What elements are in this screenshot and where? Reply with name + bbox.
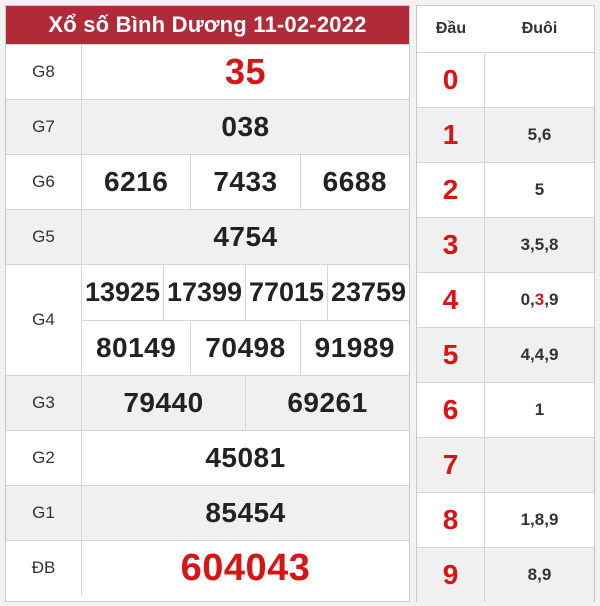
prize-row-g2: G2 45081	[6, 430, 409, 485]
loto-head-tail-table: Đầu Đuôi 0 1 5,6 2 5 3 3,5,8 4 0, 3,9 5 4…	[416, 5, 595, 602]
duoi-digits: 3,5,8	[520, 235, 559, 254]
loto-row: 8 1,8,9	[417, 492, 594, 547]
dau-digit: 1	[417, 108, 485, 162]
duoi-digits: 1	[534, 400, 545, 419]
prize-number: 35	[224, 51, 267, 92]
prize-label: G6	[6, 155, 82, 209]
duoi-digits: 8,9	[527, 565, 552, 584]
duoi-highlight: 3	[534, 290, 545, 309]
prize-label: G8	[6, 45, 82, 99]
dau-digit: 8	[417, 493, 485, 547]
prize-number: 6688	[299, 155, 409, 209]
loto-row: 9 8,9	[417, 547, 594, 602]
loto-row: 4 0, 3,9	[417, 272, 594, 327]
duoi-part: 0,	[520, 290, 535, 309]
prize-number: 45081	[205, 442, 286, 473]
prize-row-g7: G7 038	[6, 99, 409, 154]
prize-row-g8: G8 35	[6, 44, 409, 99]
duoi-header: Đuôi	[521, 20, 558, 37]
loto-row: 2 5	[417, 162, 594, 217]
prize-number: 23759	[327, 265, 409, 320]
prize-number: 77015	[245, 265, 327, 320]
loto-row: 7	[417, 437, 594, 492]
prize-label: G3	[6, 376, 82, 430]
duoi-digits: 5	[534, 180, 545, 199]
loto-row: 5 4,4,9	[417, 327, 594, 382]
loto-header: Đầu Đuôi	[417, 6, 594, 52]
prize-number: 79440	[123, 387, 204, 418]
prize-number: 4754	[213, 221, 278, 252]
duoi-digits: 5,6	[527, 125, 552, 144]
dau-digit: 7	[417, 438, 485, 492]
prize-number: 13925	[84, 276, 161, 307]
results-title: Xổ số Bình Dương 11-02-2022	[6, 6, 409, 44]
duoi-part: ,9	[544, 290, 559, 309]
prize-label: G4	[6, 265, 82, 375]
prize-number: 91989	[299, 320, 409, 375]
prize-number: 80149	[95, 331, 177, 363]
duoi-digits	[485, 438, 594, 492]
prize-number: 70498	[190, 320, 299, 375]
dau-digit: 9	[417, 548, 485, 602]
dau-header: Đầu	[435, 20, 467, 37]
dau-digit: 3	[417, 218, 485, 272]
prize-label: G1	[6, 486, 82, 540]
prize-row-g4: G4 13925 17399 77015 23759 80149 70498 9…	[6, 264, 409, 375]
prize-number: 7433	[190, 155, 299, 209]
dau-digit: 4	[417, 273, 485, 327]
prize-row-g1: G1 85454	[6, 485, 409, 540]
prize-label: G2	[6, 431, 82, 485]
prize-label: G5	[6, 210, 82, 264]
prize-label: ĐB	[6, 541, 82, 595]
loto-row: 6 1	[417, 382, 594, 437]
loto-row: 0	[417, 52, 594, 107]
prize-number: 17399	[163, 265, 245, 320]
prize-number: 69261	[245, 376, 409, 430]
dau-digit: 0	[417, 53, 485, 107]
lottery-results-table: Xổ số Bình Dương 11-02-2022 G8 35 G7 038…	[5, 5, 410, 602]
prize-number: 6216	[104, 166, 169, 197]
prize-row-g5: G5 4754	[6, 209, 409, 264]
duoi-digits: 4,4,9	[520, 345, 559, 364]
prize-number: 85454	[205, 497, 286, 528]
special-prize-number: 604043	[180, 546, 311, 589]
duoi-digits	[485, 53, 594, 107]
loto-row: 3 3,5,8	[417, 217, 594, 272]
duoi-digits: 1,8,9	[520, 510, 559, 529]
prize-label: G7	[6, 100, 82, 154]
dau-digit: 2	[417, 163, 485, 217]
dau-digit: 5	[417, 328, 485, 382]
dau-digit: 6	[417, 383, 485, 437]
prize-row-g6: G6 6216 7433 6688	[6, 154, 409, 209]
duoi-digits: 0, 3,9	[485, 273, 594, 327]
prize-row-g3: G3 79440 69261	[6, 375, 409, 430]
prize-number: 038	[221, 111, 270, 142]
loto-row: 1 5,6	[417, 107, 594, 162]
prize-row-special: ĐB 604043	[6, 540, 409, 595]
